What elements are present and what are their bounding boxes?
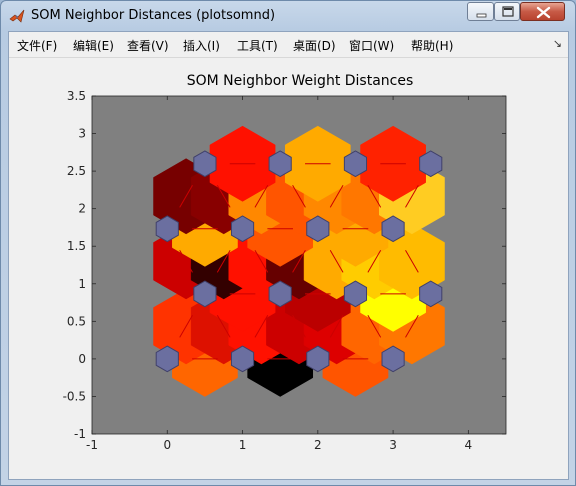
y-tick-label: 2 bbox=[78, 202, 86, 216]
x-tick-label: 0 bbox=[163, 438, 171, 452]
menu-overflow-icon[interactable]: ↘ bbox=[553, 37, 562, 50]
y-tick-label: 3 bbox=[78, 127, 86, 141]
menu-bar: 文件(F) 编辑(E) 查看(V) 插入(I) 工具(T) 桌面(D) 窗口(W… bbox=[9, 32, 568, 58]
x-tick-label: -1 bbox=[86, 438, 98, 452]
menu-tools[interactable]: 工具(T) bbox=[237, 37, 278, 54]
title-bar[interactable]: SOM Neighbor Distances (plotsomnd) bbox=[1, 1, 575, 31]
y-tick-label: -0.5 bbox=[63, 389, 86, 403]
y-tick-label: 3.5 bbox=[67, 89, 86, 103]
minimize-button[interactable] bbox=[467, 2, 494, 21]
maximize-icon bbox=[502, 6, 514, 17]
menu-view[interactable]: 查看(V) bbox=[127, 37, 169, 54]
menu-insert[interactable]: 插入(I) bbox=[183, 37, 220, 54]
x-tick-label: 1 bbox=[239, 438, 247, 452]
y-tick-label: 0 bbox=[78, 352, 86, 366]
som-chart: SOM Neighbor Weight Distances -1 0 1 2 3 4 -1 -… bbox=[63, 73, 507, 452]
minimize-icon bbox=[476, 13, 487, 18]
x-tick-label: 3 bbox=[389, 438, 397, 452]
chart-title: SOM Neighbor Weight Distances bbox=[187, 73, 414, 89]
menu-file[interactable]: 文件(F) bbox=[17, 37, 57, 54]
maximize-button[interactable] bbox=[494, 2, 520, 21]
window-title: SOM Neighbor Distances (plotsomnd) bbox=[31, 8, 276, 23]
y-tick-label: -1 bbox=[74, 427, 86, 441]
menu-help[interactable]: 帮助(H) bbox=[411, 37, 453, 54]
close-icon bbox=[536, 6, 551, 19]
y-tick-label: 0.5 bbox=[67, 314, 86, 328]
y-tick-label: 1 bbox=[78, 277, 86, 291]
figure-canvas: SOM Neighbor Weight Distances -1 0 1 2 3 4 -1 -… bbox=[9, 58, 568, 479]
menu-window[interactable]: 窗口(W) bbox=[349, 37, 394, 54]
x-tick-label: 2 bbox=[314, 438, 322, 452]
menu-desktop[interactable]: 桌面(D) bbox=[293, 37, 336, 54]
matlab-icon bbox=[9, 9, 25, 23]
y-tick-label: 2.5 bbox=[67, 164, 86, 178]
close-button[interactable] bbox=[520, 2, 565, 21]
y-tick-label: 1.5 bbox=[67, 239, 86, 253]
x-tick-label: 4 bbox=[465, 438, 473, 452]
figure-client-area: 文件(F) 编辑(E) 查看(V) 插入(I) 工具(T) 桌面(D) 窗口(W… bbox=[8, 31, 569, 480]
menu-edit[interactable]: 编辑(E) bbox=[73, 37, 114, 54]
figure-window: SOM Neighbor Distances (plotsomnd) 文件(F)… bbox=[0, 0, 576, 486]
